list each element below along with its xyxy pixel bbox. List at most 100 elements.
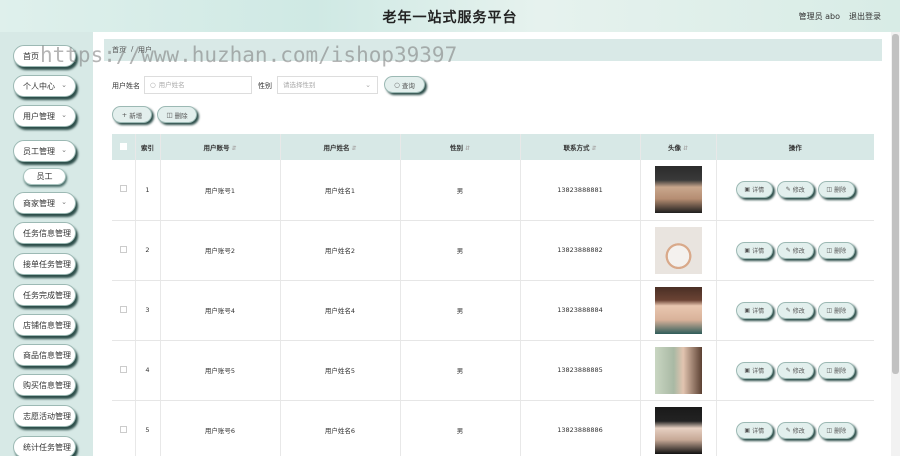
- sort-icon[interactable]: ⇵: [683, 145, 688, 152]
- gender-placeholder: 请选择性别: [283, 81, 316, 89]
- detail-button[interactable]: ▣ 详情: [735, 241, 773, 259]
- edit-icon: ✎: [785, 186, 791, 194]
- chevron-down-icon: ⌄: [365, 81, 371, 89]
- sidebar-item-shop-info[interactable]: 店铺信息管理: [13, 314, 76, 336]
- name-placeholder: 用户姓名: [158, 81, 185, 89]
- sidebar-item-label: 购买信息管理: [23, 380, 71, 390]
- sort-icon[interactable]: ⇵: [591, 145, 596, 152]
- sidebar-item-task-statistics[interactable]: 统计任务管理: [13, 436, 76, 456]
- sidebar-item-staff-management[interactable]: 员工管理 ⌄: [13, 140, 76, 162]
- sidebar-subitem-staff[interactable]: 员工: [23, 168, 66, 185]
- sidebar-item-product-info[interactable]: 商品信息管理: [13, 344, 76, 366]
- detail-button[interactable]: ▣ 详情: [735, 361, 773, 379]
- edit-button[interactable]: ✎ 修改: [776, 301, 814, 319]
- sidebar-item-label: 商品信息管理: [23, 350, 71, 360]
- cell-index: 5: [134, 400, 160, 456]
- row-checkbox[interactable]: [119, 185, 127, 193]
- cell-name: 用户姓名2: [279, 220, 400, 281]
- sidebar-item-label: 任务信息管理: [23, 228, 71, 238]
- table-row: 1 用户账号1 用户姓名1 男 13823888881 ▣ 详情 ✎ 修改 ◫ 删除: [112, 160, 874, 221]
- select-all-cell[interactable]: [112, 134, 135, 160]
- sort-icon[interactable]: ⇵: [351, 145, 356, 152]
- column-header-actions: 操作: [715, 134, 874, 160]
- column-header-phone[interactable]: 联系方式 ⇵: [519, 134, 640, 160]
- cell-account: 用户账号4: [159, 280, 280, 341]
- search-icon: ○: [150, 81, 156, 89]
- gender-select[interactable]: 请选择性别 ⌄: [277, 76, 378, 94]
- row-select-cell[interactable]: [112, 220, 135, 281]
- row-checkbox[interactable]: [119, 305, 127, 313]
- sidebar-item-merchant-management[interactable]: 商家管理 ⌄: [13, 192, 76, 214]
- table-row: 3 用户账号4 用户姓名4 男 13823888884 ▣ 详情 ✎ 修改 ◫ 删除: [112, 280, 874, 341]
- row-select-cell[interactable]: [112, 280, 135, 341]
- row-select-cell[interactable]: [112, 160, 135, 221]
- delete-button[interactable]: ◫ 删除: [817, 301, 855, 319]
- row-checkbox[interactable]: [119, 365, 127, 373]
- row-checkbox[interactable]: [119, 245, 127, 253]
- row-checkbox[interactable]: [119, 425, 127, 433]
- sidebar-item-label: 统计任务管理: [23, 442, 71, 452]
- edit-button[interactable]: ✎ 修改: [776, 241, 814, 259]
- delete-button[interactable]: ◫ 删除: [817, 241, 855, 259]
- sort-icon[interactable]: ⇵: [465, 145, 470, 152]
- cell-name: 用户姓名6: [279, 400, 400, 456]
- column-header-name[interactable]: 用户姓名 ⇵: [279, 134, 400, 160]
- avatar: [654, 346, 702, 394]
- delete-button[interactable]: ◫ 删除: [817, 421, 855, 439]
- sidebar-item-task-info[interactable]: 任务信息管理: [13, 222, 76, 244]
- cell-phone: 13823888884: [519, 280, 640, 341]
- sidebar-item-label: 商家管理: [23, 198, 55, 208]
- delete-button[interactable]: ◫ 删除: [817, 361, 855, 379]
- detail-button[interactable]: ▣ 详情: [735, 421, 773, 439]
- add-button[interactable]: + 新增: [112, 106, 152, 123]
- column-header-account[interactable]: 用户账号 ⇵: [159, 134, 280, 160]
- logout-link[interactable]: 退出登录: [849, 11, 881, 22]
- user-table: 索引 用户账号 ⇵ 用户姓名 ⇵ 性别 ⇵ 联系方式 ⇵ 头像 ⇵ 操作 1 用户账号1 用户…: [112, 134, 874, 456]
- cell-index: 1: [134, 160, 160, 221]
- column-header-avatar[interactable]: 头像 ⇵: [639, 134, 716, 160]
- search-form: 用户姓名 ○ 用户姓名 性别 请选择性别 ⌄ ○ 查询: [112, 76, 442, 94]
- breadcrumb-current: 用户: [138, 46, 152, 54]
- delete-button[interactable]: ◫ 删除: [817, 181, 855, 199]
- cell-actions: ▣ 详情 ✎ 修改 ◫ 删除: [715, 160, 874, 221]
- name-label: 用户姓名: [112, 82, 140, 90]
- row-select-cell[interactable]: [112, 340, 135, 401]
- breadcrumb-home[interactable]: 首页: [112, 45, 126, 55]
- detail-button[interactable]: ▣ 详情: [735, 301, 773, 319]
- cell-phone: 13823888886: [519, 400, 640, 456]
- trash-icon: ◫: [826, 306, 833, 314]
- query-button[interactable]: ○ 查询: [384, 76, 425, 93]
- sidebar-item-purchase-info[interactable]: 购买信息管理: [13, 374, 76, 396]
- sidebar-item-home[interactable]: 首页: [13, 45, 76, 67]
- sidebar-item-user-management[interactable]: 用户管理 ⌄: [13, 105, 76, 127]
- sidebar-item-task-complete[interactable]: 任务完成管理: [13, 284, 76, 306]
- trash-icon: ◫: [826, 246, 833, 254]
- edit-button[interactable]: ✎ 修改: [776, 361, 814, 379]
- add-button-label: 新增: [129, 111, 143, 120]
- gender-label: 性别: [258, 82, 272, 90]
- sidebar-item-volunteer-activity[interactable]: 志愿活动管理: [13, 405, 76, 427]
- cell-index: 2: [134, 220, 160, 281]
- sort-icon[interactable]: ⇵: [231, 145, 236, 152]
- edit-button[interactable]: ✎ 修改: [776, 421, 814, 439]
- detail-button[interactable]: ▣ 详情: [735, 181, 773, 199]
- cell-phone: 13823888885: [519, 340, 640, 401]
- breadcrumb: 首页 / 用户: [104, 39, 882, 61]
- cell-actions: ▣ 详情 ✎ 修改 ◫ 删除: [715, 280, 874, 341]
- column-header-gender[interactable]: 性别 ⇵: [399, 134, 520, 160]
- cell-actions: ▣ 详情 ✎ 修改 ◫ 删除: [715, 220, 874, 281]
- table-header-row: 索引 用户账号 ⇵ 用户姓名 ⇵ 性别 ⇵ 联系方式 ⇵ 头像 ⇵ 操作: [112, 134, 874, 160]
- query-button-label: 查询: [401, 81, 415, 90]
- name-search-input[interactable]: ○ 用户姓名: [144, 76, 252, 94]
- cell-gender: 男: [399, 220, 520, 281]
- search-icon: ○: [394, 80, 400, 89]
- edit-button[interactable]: ✎ 修改: [776, 181, 814, 199]
- scrollbar-thumb[interactable]: [892, 34, 899, 374]
- sidebar-item-order-task[interactable]: 接单任务管理: [13, 253, 76, 275]
- batch-delete-button[interactable]: ◫ 删除: [157, 106, 197, 123]
- sidebar-item-personal-center[interactable]: 个人中心 ⌄: [13, 75, 76, 97]
- select-all-checkbox[interactable]: [119, 142, 127, 150]
- vertical-scrollbar[interactable]: [891, 32, 900, 456]
- trash-icon: ◫: [826, 186, 833, 194]
- row-select-cell[interactable]: [112, 400, 135, 456]
